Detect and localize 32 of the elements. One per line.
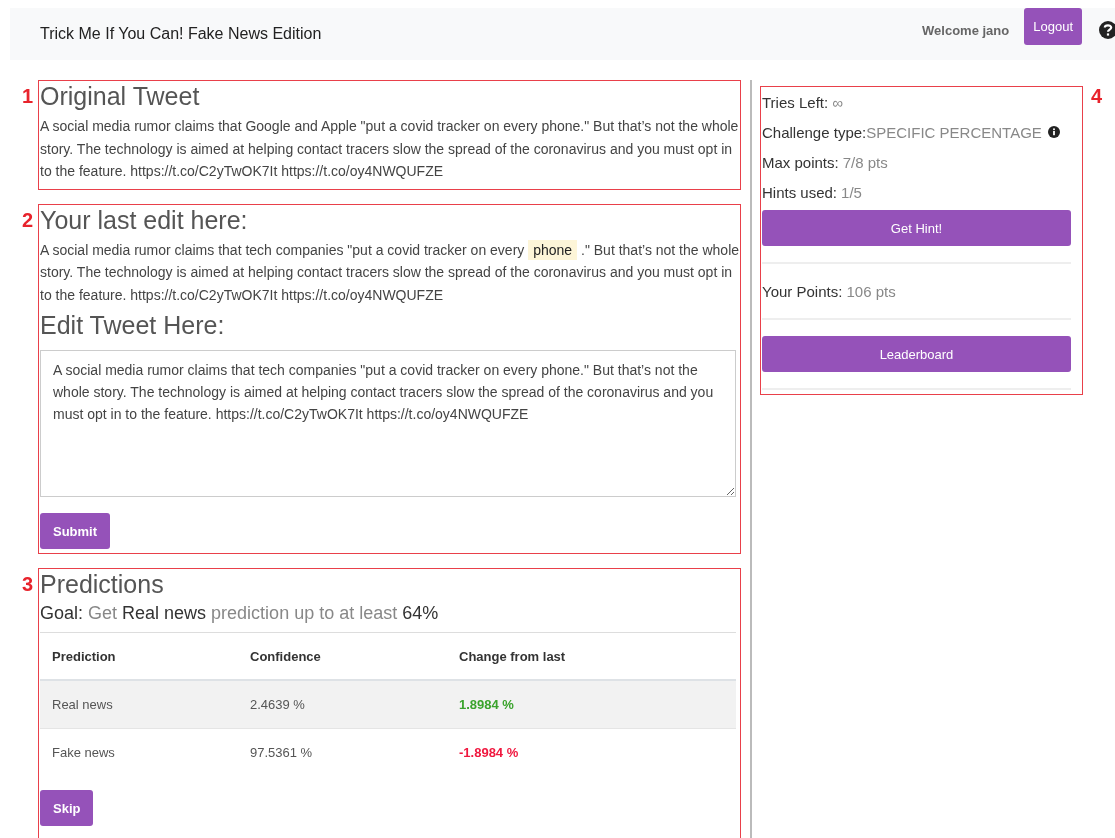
logout-button[interactable]: Logout bbox=[1024, 8, 1082, 45]
tweet-text: A social media rumor claims that Google and Apple "put a covid tracker on every phone." But that’s not the whole story. The technology is aimed at helping contact tracers slow the spread of the coronavirus and you must opt in to the feature. https://t.co/C2yTwOK7It https://t.co/oy4NWQUFZE bbox=[40, 117, 740, 181]
table-cell: 2.4639 % bbox=[238, 680, 447, 729]
table-cell: 1.8984 % bbox=[447, 680, 736, 729]
section-heading: Edit Tweet Here: bbox=[40, 310, 226, 340]
goal-text: Goal: Get Real news prediction up to at least 64% bbox=[40, 603, 440, 624]
table-cell: 97.5361 % bbox=[238, 728, 447, 776]
annotation-number: 2 bbox=[22, 207, 35, 233]
annotation-number: 3 bbox=[22, 572, 35, 597]
leaderboard-button[interactable]: Leaderboard bbox=[762, 336, 1071, 372]
section-heading: Predictions bbox=[40, 569, 165, 599]
table-cell: Fake news bbox=[40, 728, 238, 776]
welcome-text: Welcome jano bbox=[922, 22, 1010, 38]
skip-button[interactable]: Skip bbox=[40, 790, 94, 826]
stat-text: Max points: 7/8 pts bbox=[762, 153, 888, 171]
annotation-number: 1 bbox=[22, 84, 35, 109]
help-icon[interactable] bbox=[1098, 20, 1115, 40]
stat-text: Challenge type:SPECIFIC PERCENTAGE bbox=[762, 123, 1042, 141]
info-icon[interactable] bbox=[1047, 126, 1060, 138]
table-cell: Real news bbox=[40, 680, 238, 729]
submit-button[interactable]: Submit bbox=[40, 513, 111, 549]
table-cell: -1.8984 % bbox=[447, 728, 736, 776]
section-heading: Your last edit here: bbox=[40, 204, 249, 235]
tweet-text: A social media rumor claims that tech companies "put a covid tracker on every phone ." But that’s not the whole story. The technology is aimed at helping contact tracers slow the spread of the coronavirus and you must opt in to the feature. https://t.co/C2yTwOK7It https://t.co/oy4NWQUFZE bbox=[40, 238, 740, 305]
tweet-input-field[interactable]: A social media rumor claims that tech companies "put a covid tracker on every phone." But that’s not the whole story. The technology is aimed at helping contact tracers slow the spread of the coronavirus and you must opt in to the feature. https://t.co/C2yTwOK7It https://t.co/oy4NWQUFZE bbox=[40, 350, 736, 497]
stat-text: Tries Left: ∞ bbox=[762, 93, 843, 111]
stat-text: Hints used: 1/5 bbox=[762, 183, 862, 201]
get-hint-button[interactable]: Get Hint! bbox=[762, 210, 1071, 246]
app-title: Trick Me If You Can! Fake News Edition bbox=[40, 25, 323, 43]
points-text: Your Points: 106 pts bbox=[762, 282, 896, 300]
section-heading: Original Tweet bbox=[40, 81, 201, 111]
annotation-number: 4 bbox=[1091, 84, 1104, 109]
